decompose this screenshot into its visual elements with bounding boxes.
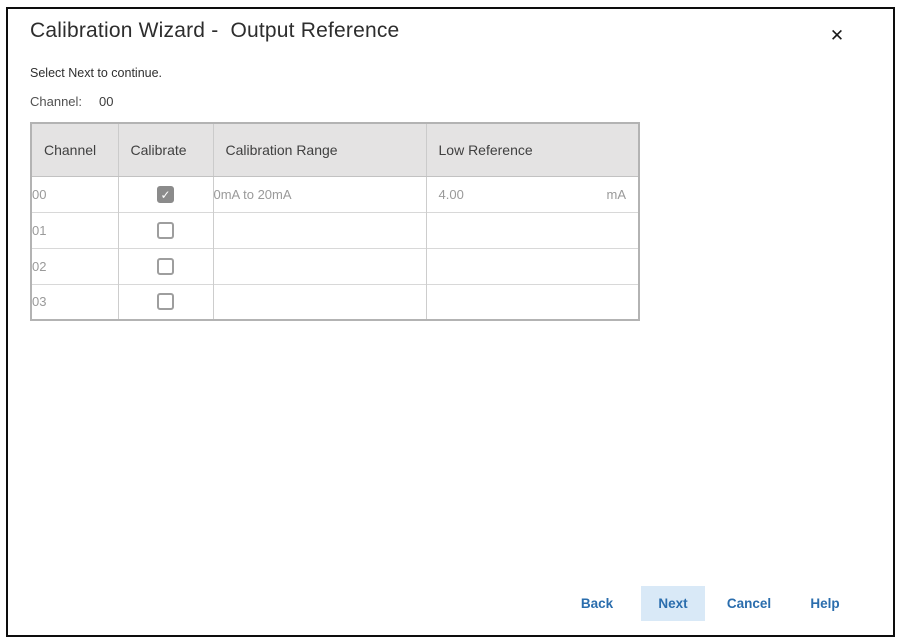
calibrate-checkbox[interactable]: ✓: [157, 258, 174, 275]
table-row: 00 ✓ 0mA to 20mA 4.00 mA: [31, 176, 639, 212]
calibration-range-cell: 0mA to 20mA: [213, 176, 426, 212]
next-button[interactable]: Next: [641, 586, 705, 621]
low-reference-cell: [426, 248, 639, 284]
channel-cell: 01: [31, 212, 118, 248]
low-reference-cell[interactable]: 4.00 mA: [426, 176, 639, 212]
calibrate-checkbox[interactable]: ✓: [157, 186, 174, 203]
footer-button-bar: Back Next Cancel Help: [565, 586, 857, 621]
calibrate-cell: ✓: [118, 212, 213, 248]
help-button[interactable]: Help: [793, 586, 857, 621]
channel-line: Channel: 00: [30, 94, 114, 109]
screenshot-frame-border: [6, 7, 895, 637]
low-reference-cell: [426, 284, 639, 320]
channel-cell: 02: [31, 248, 118, 284]
calibration-range-cell: [213, 212, 426, 248]
calibration-table-wrap: Channel Calibrate Calibration Range Low …: [30, 122, 640, 321]
low-reference-cell: [426, 212, 639, 248]
table-row: 03 ✓: [31, 284, 639, 320]
back-button[interactable]: Back: [565, 586, 629, 621]
table-row: 02 ✓: [31, 248, 639, 284]
column-header-low-reference: Low Reference: [426, 123, 639, 176]
calibration-range-cell: [213, 284, 426, 320]
low-reference-value[interactable]: 4.00: [439, 187, 464, 202]
low-reference-unit: mA: [607, 187, 627, 202]
channel-label: Channel:: [30, 94, 82, 109]
table-header-row: Channel Calibrate Calibration Range Low …: [31, 123, 639, 176]
dialog-title: Calibration Wizard - Output Reference: [30, 19, 399, 43]
calibrate-cell: ✓: [118, 284, 213, 320]
cancel-button[interactable]: Cancel: [717, 586, 781, 621]
table-row: 01 ✓: [31, 212, 639, 248]
close-icon[interactable]: ✕: [822, 22, 852, 50]
calibrate-checkbox[interactable]: ✓: [157, 222, 174, 239]
calibration-table: Channel Calibrate Calibration Range Low …: [30, 122, 640, 321]
column-header-calibration-range: Calibration Range: [213, 123, 426, 176]
calibration-range-cell: [213, 248, 426, 284]
calibrate-cell: ✓: [118, 248, 213, 284]
instruction-text: Select Next to continue.: [30, 66, 162, 80]
channel-cell: 03: [31, 284, 118, 320]
column-header-calibrate: Calibrate: [118, 123, 213, 176]
channel-cell: 00: [31, 176, 118, 212]
check-icon: ✓: [160, 188, 170, 202]
calibrate-checkbox[interactable]: ✓: [157, 293, 174, 310]
channel-value: 00: [99, 94, 113, 109]
column-header-channel: Channel: [31, 123, 118, 176]
calibrate-cell: ✓: [118, 176, 213, 212]
